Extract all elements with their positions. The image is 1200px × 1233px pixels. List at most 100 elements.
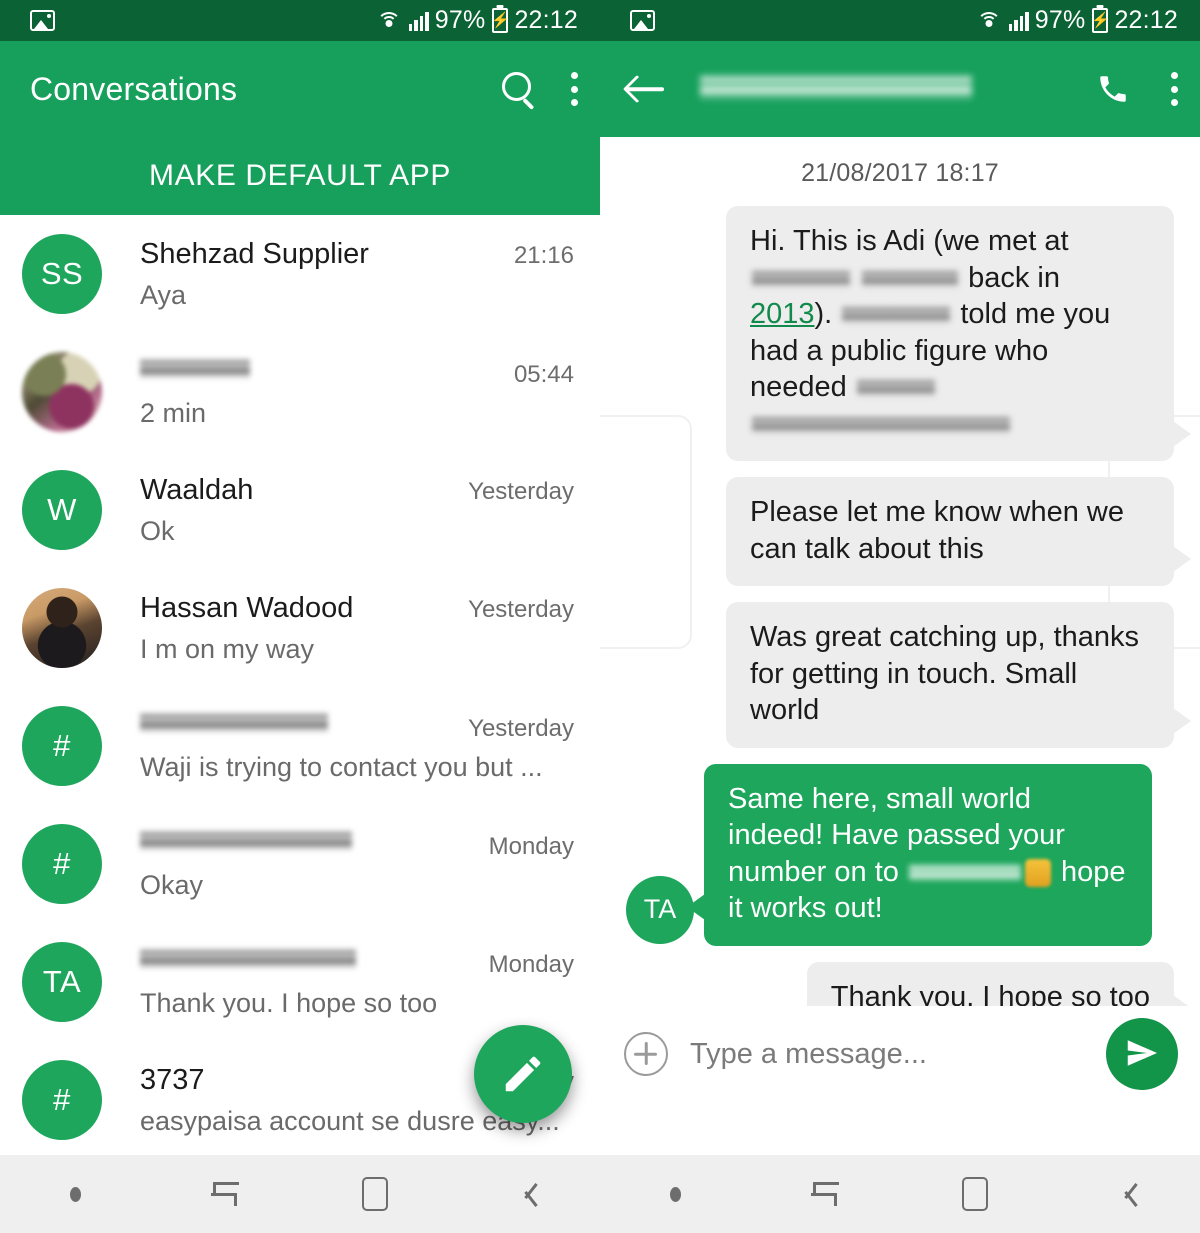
- conversation-timestamp: 05:44: [513, 360, 574, 388]
- nav-recents-button[interactable]: [150, 1155, 300, 1233]
- avatar: #: [22, 1060, 102, 1140]
- nav-back-button[interactable]: [1050, 1155, 1200, 1233]
- avatar: #: [22, 824, 102, 904]
- avatar: [22, 352, 102, 432]
- nav-back-button[interactable]: [450, 1155, 600, 1233]
- app-screen: 97% ⚡ 22:12 Conversations MAKE DEFAULT A…: [0, 0, 1200, 1233]
- conversation-preview: I m on my way: [140, 633, 315, 664]
- avatar: W: [22, 470, 102, 550]
- conversation-header: 05:44: [140, 355, 574, 389]
- nav-dot-button[interactable]: [0, 1155, 150, 1233]
- conversation-timestamp: Yesterday: [468, 595, 574, 623]
- avatar: TA: [22, 942, 102, 1022]
- contact-name: Hassan Wadood: [140, 591, 354, 624]
- plus-circle-icon[interactable]: [624, 1032, 668, 1076]
- battery-charging-icon: ⚡: [1091, 8, 1110, 33]
- conversation-row[interactable]: Hassan Wadood Yesterday I m on my way: [0, 569, 600, 687]
- message-row: TA Same here, small world indeed! Have pa…: [600, 763, 1200, 946]
- dot-icon: [69, 1186, 81, 1202]
- chat-panel: 97% ⚡ 22:12 21/08/2017 18:17 Hi. This is…: [600, 0, 1200, 1155]
- back-icon: [1112, 1177, 1138, 1211]
- contact-name: 3737: [140, 1063, 205, 1096]
- conversation-header: Waaldah Yesterday: [140, 474, 574, 507]
- dot-icon: [669, 1186, 681, 1202]
- incoming-message-bubble[interactable]: Was great catching up, thanks for gettin…: [726, 602, 1191, 748]
- redacted-text: [752, 414, 1010, 436]
- conversation-preview: Okay: [140, 869, 204, 900]
- photo-icon: [630, 10, 655, 31]
- message-input[interactable]: [668, 1037, 1106, 1071]
- redacted-text: [862, 267, 959, 290]
- nav-recents-button[interactable]: [750, 1155, 900, 1233]
- conversation-body: 05:44 2 min: [102, 355, 574, 429]
- nav-dot-button[interactable]: [600, 1155, 750, 1233]
- send-button[interactable]: [1106, 1018, 1178, 1090]
- conversation-row[interactable]: # Yesterday Waji is trying to contact you …: [0, 687, 600, 805]
- redacted-text: [908, 862, 1021, 885]
- conversation-header: Shehzad Supplier 21:16: [140, 238, 574, 271]
- conversation-row[interactable]: # Monday Okay: [0, 805, 600, 923]
- incoming-message-bubble[interactable]: Please let me know when we can talk abou…: [726, 477, 1191, 587]
- conversation-body: Waaldah Yesterday Ok: [102, 474, 574, 547]
- conversation-row[interactable]: SS Shehzad Supplier 21:16 Aya: [0, 215, 600, 333]
- conversation-timestamp: Monday: [488, 832, 574, 860]
- recents-icon: [811, 1179, 839, 1209]
- conversation-header: Monday: [140, 945, 574, 979]
- ghost-card-left: [600, 415, 692, 649]
- system-navigation-bar: [0, 1155, 1200, 1233]
- conversations-panel: 97% ⚡ 22:12 Conversations MAKE DEFAULT A…: [0, 0, 600, 1155]
- phone-icon[interactable]: [1096, 72, 1130, 106]
- page-title: Conversations: [30, 70, 238, 107]
- status-bar-right-icons: 97% ⚡ 22:12: [376, 8, 600, 33]
- contact-name-redacted: [140, 709, 328, 736]
- conversation-row[interactable]: W Waaldah Yesterday Ok: [0, 451, 600, 569]
- avatar: [22, 588, 102, 668]
- status-bar-right: 97% ⚡ 22:12: [600, 0, 1200, 41]
- conversation-body: Shehzad Supplier 21:16 Aya: [102, 238, 574, 311]
- battery-percent: 97%: [434, 6, 486, 34]
- make-default-app-button[interactable]: MAKE DEFAULT APP: [0, 137, 600, 215]
- conversation-header: Hassan Wadood Yesterday: [140, 592, 574, 625]
- message-link[interactable]: 2013: [750, 298, 815, 330]
- nav-home-button[interactable]: [300, 1155, 450, 1233]
- compose-fab[interactable]: [474, 1025, 572, 1123]
- chat-app-bar: [600, 41, 1200, 137]
- battery-percent: 97%: [1034, 6, 1086, 34]
- conversation-preview: Aya: [140, 279, 187, 310]
- search-icon[interactable]: [502, 72, 536, 106]
- home-icon: [362, 1177, 388, 1211]
- conversation-row[interactable]: 05:44 2 min: [0, 333, 600, 451]
- more-vertical-icon[interactable]: [570, 72, 578, 106]
- redacted-text: [752, 267, 850, 290]
- wifi-icon: [376, 10, 403, 32]
- more-vertical-icon[interactable]: [1170, 72, 1178, 106]
- status-bar-left-icons: [0, 10, 55, 31]
- conversation-header: Monday: [140, 827, 574, 861]
- conversation-timestamp: 21:16: [513, 241, 574, 269]
- chat-contact-name-redacted: [700, 72, 972, 106]
- conversation-timestamp: Yesterday: [468, 477, 574, 505]
- message-composer: [600, 1006, 1200, 1101]
- conversation-body: Hassan Wadood Yesterday I m on my way: [102, 592, 574, 665]
- chat-message-area[interactable]: 21/08/2017 18:17 Hi. This is Adi (we met…: [600, 137, 1200, 1101]
- conversation-timestamp: Monday: [488, 950, 574, 978]
- incoming-message-bubble[interactable]: Hi. This is Adi (we met at back in 2013)…: [726, 206, 1191, 462]
- conversation-body: Monday Thank you. I hope so too: [102, 945, 574, 1019]
- status-bar-left: 97% ⚡ 22:12: [0, 0, 600, 41]
- conversation-body: Yesterday Waji is trying to contact you b…: [102, 709, 574, 783]
- contact-name-redacted: [140, 827, 352, 854]
- conversation-body: Monday Okay: [102, 827, 574, 901]
- battery-charging-icon: ⚡: [491, 8, 510, 33]
- clock-left: 22:12: [514, 6, 578, 34]
- wifi-icon: [976, 10, 1003, 32]
- emoji-icon: [1024, 859, 1051, 888]
- conversation-row[interactable]: TA Monday Thank you. I hope so too: [0, 923, 600, 1041]
- nav-home-button[interactable]: [900, 1155, 1050, 1233]
- date-divider: 21/08/2017 18:17: [801, 159, 999, 187]
- outgoing-message-bubble[interactable]: Same here, small world indeed! Have pass…: [687, 763, 1152, 946]
- avatar: SS: [22, 234, 102, 314]
- home-icon: [962, 1177, 988, 1211]
- back-arrow-icon[interactable]: [626, 73, 666, 105]
- conversation-preview: Ok: [140, 515, 175, 546]
- contact-name-redacted: [140, 355, 250, 382]
